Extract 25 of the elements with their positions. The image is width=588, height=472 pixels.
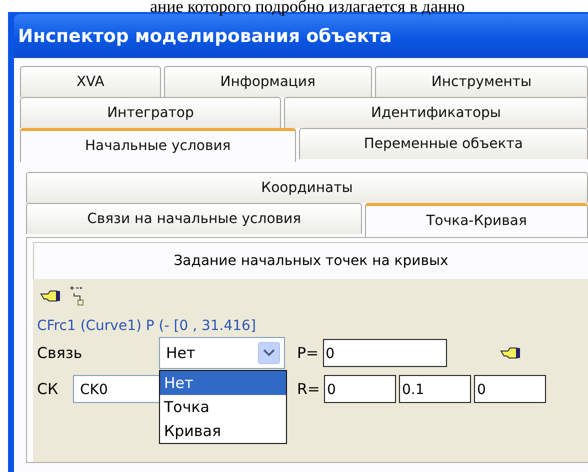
tab[interactable]: Переменные объекта [298, 128, 588, 159]
tab[interactable]: Интегратор [20, 97, 281, 128]
tab[interactable]: Информация [164, 66, 372, 97]
tab[interactable]: Идентификаторы [284, 97, 588, 128]
r-input-field[interactable]: 0 [474, 375, 546, 403]
dropdown-option[interactable]: Нет [160, 371, 286, 395]
tab[interactable]: Координаты [26, 172, 588, 203]
dropdown-option[interactable]: Точка [160, 395, 286, 419]
tab[interactable]: Начальные условия [20, 128, 296, 162]
r-input-field[interactable]: 0 [324, 375, 396, 403]
dropdown-option[interactable]: Кривая [160, 419, 286, 443]
group-legend: CFrc1 (Curve1) P (- [0 , 31.416] [37, 317, 588, 335]
tab[interactable]: Инструменты [374, 66, 588, 97]
window-title: Инспектор моделирования объекта [18, 26, 392, 46]
field-label: P= [297, 344, 319, 362]
tab[interactable]: XVA [20, 66, 161, 97]
field-label: СК [37, 380, 60, 398]
tab[interactable]: Точка-Кривая [365, 203, 588, 237]
p-input-field[interactable]: 0 [322, 339, 447, 367]
link-dropdown[interactable]: Нет [159, 337, 285, 369]
chevron-down-icon[interactable] [258, 342, 280, 364]
tab[interactable]: Связи на начальные условия [26, 203, 362, 234]
r-input-field[interactable]: 0.1 [399, 375, 471, 403]
field-label: Связь [37, 344, 84, 362]
field-label: R= [297, 380, 320, 398]
